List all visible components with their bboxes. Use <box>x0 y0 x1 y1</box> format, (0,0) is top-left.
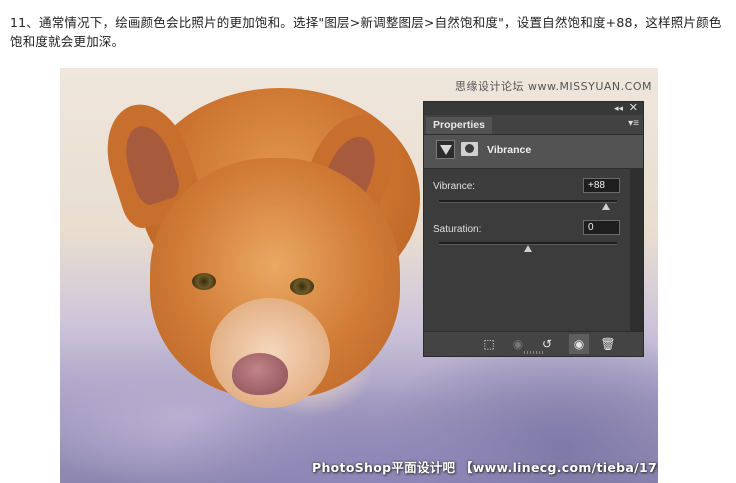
vibrance-label: Vibrance: <box>433 181 476 192</box>
vibrance-adjustment-icon[interactable] <box>436 140 455 159</box>
delete-icon[interactable]: 🗑 <box>598 334 618 354</box>
saturation-slider-thumb[interactable] <box>524 245 532 252</box>
ear-inner <box>117 120 184 208</box>
adjustment-header: Vibrance <box>424 136 631 166</box>
saturation-label: Saturation: <box>433 224 482 235</box>
adjustment-name: Vibrance <box>487 144 532 156</box>
vibrance-slider-thumb[interactable] <box>602 203 611 210</box>
mask-dot <box>465 144 474 153</box>
vibrance-slider-track[interactable] <box>439 200 617 203</box>
properties-panel: ◂◂ ✕ Properties ▾≡ Vibrance Vibrance: +8… <box>423 101 644 357</box>
tab-properties[interactable]: Properties <box>426 117 492 134</box>
panel-menu-icon[interactable]: ▾≡ <box>628 118 639 130</box>
saturation-input[interactable]: 0 <box>583 220 620 235</box>
clip-to-layer-icon[interactable]: ⬚ <box>479 334 499 354</box>
panel-scrollbar[interactable] <box>630 168 643 332</box>
triangle-icon <box>440 145 452 155</box>
dog-left-eye <box>192 273 216 290</box>
visibility-icon[interactable]: ◉ <box>569 334 589 354</box>
panel-content: Vibrance: +88 Saturation: 0 <box>424 168 631 333</box>
collapse-icon[interactable]: ◂◂ <box>614 103 623 114</box>
dog-right-eye <box>290 278 314 295</box>
layer-mask-icon[interactable] <box>461 142 478 156</box>
dog-nose <box>232 353 288 395</box>
instruction-text: 11、通常情况下，绘画颜色会比照片的更加饱和。选择"图层>新调整图层>自然饱和度… <box>10 15 722 49</box>
panel-tabbar: Properties ▾≡ <box>424 115 643 135</box>
panel-footer: ⬚ ◉ ↺ ◉ 🗑 <box>424 331 643 356</box>
watermark-bottom: PhotoShop平面设计吧 【www.linecg.com/tieba/178… <box>312 460 658 475</box>
close-icon[interactable]: ✕ <box>629 102 638 114</box>
panel-titlebar: ◂◂ ✕ <box>424 102 643 115</box>
vibrance-input[interactable]: +88 <box>583 178 620 193</box>
resize-grip[interactable] <box>524 351 544 354</box>
watermark-top: 思缘设计论坛 www.MISSYUAN.COM <box>454 80 652 93</box>
